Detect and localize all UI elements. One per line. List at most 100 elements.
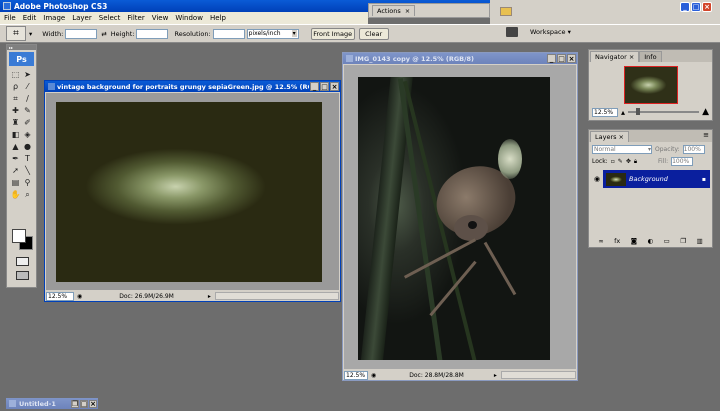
minimize-icon[interactable]: _	[547, 54, 556, 63]
close-icon[interactable]: ×	[619, 133, 624, 141]
navigator-thumbnail[interactable]	[623, 66, 678, 104]
swap-icon[interactable]: ⇄	[101, 30, 106, 38]
foreground-color-swatch[interactable]	[12, 229, 26, 243]
close-icon[interactable]: ×	[405, 7, 410, 15]
status-menu-arrow-icon[interactable]: ▸	[208, 293, 211, 300]
screen-mode-icon[interactable]	[16, 271, 29, 280]
group-icon[interactable]: ▭	[664, 237, 670, 245]
doc2-image[interactable]	[358, 77, 550, 360]
lock-brush-icon[interactable]: ✎	[618, 158, 623, 165]
close-icon[interactable]: ×	[702, 2, 712, 12]
menu-filter[interactable]: Filter	[127, 14, 144, 22]
doc1-image[interactable]	[56, 102, 322, 282]
bucket-icon[interactable]: ◈	[22, 129, 33, 140]
slice-icon[interactable]: ∕	[22, 93, 33, 104]
trash-icon[interactable]: ▥	[697, 237, 703, 245]
move-icon[interactable]: ➤	[22, 69, 33, 80]
menu-help[interactable]: Help	[210, 14, 226, 22]
navigator-zoom-field[interactable]: 12.5%	[592, 107, 618, 117]
menu-window[interactable]: Window	[175, 14, 203, 22]
horizontal-scrollbar[interactable]	[500, 371, 576, 379]
marquee-icon[interactable]: ⬚	[10, 69, 21, 80]
maximize-icon[interactable]: □	[691, 2, 701, 12]
menu-view[interactable]: View	[152, 14, 169, 22]
resolution-field[interactable]	[212, 28, 245, 39]
front-image-button[interactable]: Front Image	[310, 27, 355, 40]
tab-navigator[interactable]: Navigator ×	[590, 51, 640, 62]
healing-icon[interactable]: ✚	[10, 105, 21, 116]
minimize-icon[interactable]: _	[310, 82, 319, 91]
zoom-out-icon[interactable]: ▴	[621, 108, 625, 117]
close-icon[interactable]: ×	[89, 399, 97, 408]
bridge-icon[interactable]	[500, 7, 512, 16]
slider-thumb[interactable]	[636, 108, 641, 115]
zoom-slider[interactable]	[628, 108, 700, 115]
maximize-icon[interactable]: □	[80, 399, 88, 408]
crop-icon[interactable]: ⌗	[6, 26, 26, 41]
line-icon[interactable]: ╲	[22, 165, 33, 176]
new-layer-icon[interactable]: ❐	[680, 237, 686, 245]
crop-icon[interactable]: ⌗	[10, 93, 21, 104]
hand-icon[interactable]: ✋	[10, 189, 21, 200]
quick-mask-icon[interactable]	[16, 257, 29, 266]
blend-mode-select[interactable]: Normal ▾	[592, 145, 652, 154]
menu-file[interactable]: File	[4, 14, 16, 22]
width-field[interactable]	[65, 28, 98, 39]
doc2-canvas-area[interactable]	[344, 65, 576, 369]
lock-icon[interactable]: 🔒︎	[634, 158, 637, 166]
height-field[interactable]	[136, 28, 169, 39]
maximize-icon[interactable]: □	[557, 54, 566, 63]
menu-edit[interactable]: Edit	[23, 14, 37, 22]
panel-menu-icon[interactable]: ≡	[703, 131, 711, 142]
clear-button[interactable]: Clear	[358, 27, 389, 40]
lock-transparent-icon[interactable]: ▫	[611, 158, 615, 165]
close-icon[interactable]: ×	[330, 82, 339, 91]
chevron-down-icon[interactable]: ▾	[29, 30, 32, 38]
minimize-icon[interactable]: _	[680, 2, 690, 12]
adjustment-layer-icon[interactable]: ◐	[648, 237, 654, 245]
menu-select[interactable]: Select	[99, 14, 121, 22]
ps-badge[interactable]: Ps	[9, 52, 34, 66]
fill-field[interactable]: 100%	[671, 157, 694, 166]
doc1-canvas-area[interactable]	[46, 93, 339, 290]
lock-move-icon[interactable]: ✥	[626, 158, 631, 165]
maximize-icon[interactable]: □	[320, 82, 329, 91]
workspace-button[interactable]: Workspace ▾	[530, 28, 571, 36]
tab-info[interactable]: Info	[639, 51, 662, 62]
printer-icon[interactable]	[506, 27, 518, 37]
notes-icon[interactable]: ▤	[10, 177, 21, 188]
close-icon[interactable]: ×	[629, 53, 634, 61]
zoom-in-icon[interactable]: ▲	[702, 107, 709, 117]
magic-wand-icon[interactable]: ⁄	[22, 81, 33, 92]
zoom-icon[interactable]: ⌕	[22, 189, 33, 200]
eye-icon[interactable]: ◉	[591, 170, 603, 188]
menu-layer[interactable]: Layer	[72, 14, 92, 22]
status-menu-arrow-icon[interactable]: ▸	[494, 372, 497, 379]
doc2-title-bar[interactable]: IMG_0143 copy @ 12.5% (RGB/8) _ □ ×	[343, 53, 577, 64]
menu-image[interactable]: Image	[43, 14, 65, 22]
layer-mask-icon[interactable]: ◙	[631, 237, 637, 245]
horizontal-scrollbar[interactable]	[214, 292, 339, 300]
zoom-field[interactable]: 12.5%	[344, 370, 368, 380]
tab-actions[interactable]: Actions ×	[372, 5, 416, 16]
history-brush-icon[interactable]: ✐	[22, 117, 33, 128]
eyedropper-icon[interactable]: ⚲	[22, 177, 33, 188]
minimized-window-untitled[interactable]: Untitled-1 ❐ □ ×	[6, 398, 98, 409]
opacity-field[interactable]: 100%	[682, 145, 705, 154]
blur-icon[interactable]: ▲	[10, 141, 21, 152]
doc1-title-bar[interactable]: vintage background for portraits grungy …	[45, 81, 340, 92]
pen-icon[interactable]: ✒	[10, 153, 21, 164]
type-icon[interactable]: T	[22, 153, 33, 164]
units-select[interactable]: pixels/inch ▾	[246, 28, 299, 39]
link-layers-icon[interactable]: ∞	[598, 237, 603, 245]
dodge-icon[interactable]: ●	[22, 141, 33, 152]
close-icon[interactable]: ×	[567, 54, 576, 63]
zoom-field[interactable]: 12.5%	[46, 291, 74, 301]
path-select-icon[interactable]: ➚	[10, 165, 21, 176]
lasso-icon[interactable]: ρ	[10, 81, 21, 92]
stamp-icon[interactable]: ♜	[10, 117, 21, 128]
eraser-icon[interactable]: ◧	[10, 129, 21, 140]
restore-icon[interactable]: ❐	[71, 399, 79, 408]
layer-style-icon[interactable]: fx	[614, 237, 620, 245]
layer-row-background[interactable]: ◉ Background ▪	[591, 170, 710, 188]
